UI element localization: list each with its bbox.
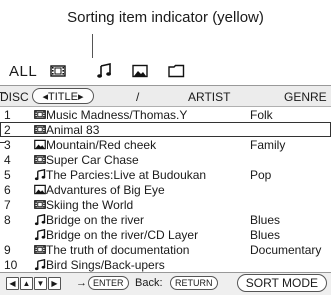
item-title: Mountain/Red cheek bbox=[46, 138, 157, 152]
disc-marker-line bbox=[0, 92, 6, 93]
list-item[interactable]: 3 Mountain/Red cheek Family bbox=[0, 137, 331, 152]
music-note-icon bbox=[97, 63, 111, 78]
selection-marker-line bbox=[0, 142, 6, 143]
item-title: Advantures of Big Eye bbox=[46, 183, 165, 197]
nav-buttons: ◀ ▲ ▼ ▶ bbox=[6, 277, 61, 290]
item-title: Music Madness/Thomas.Y bbox=[46, 108, 188, 122]
list-item[interactable]: 1 Music Madness/Thomas.Y Folk bbox=[0, 107, 331, 122]
film-icon bbox=[50, 65, 66, 77]
right-arrow-icon[interactable]: ▶ bbox=[48, 277, 61, 290]
up-arrow-icon[interactable]: ▲ bbox=[20, 277, 33, 290]
item-number: 5 bbox=[4, 168, 11, 182]
item-genre: Blues bbox=[250, 228, 281, 242]
list-item[interactable]: 5 The Parcies:Live at Budoukan Pop bbox=[0, 167, 331, 182]
item-number: 7 bbox=[4, 198, 11, 212]
music-note-icon bbox=[34, 258, 46, 271]
film-icon bbox=[34, 199, 46, 210]
item-title: Bird Sings/Back-upers bbox=[46, 258, 165, 272]
callout: Sorting item indicator (yellow) bbox=[0, 0, 331, 62]
list-item[interactable]: 2 Animal 83 bbox=[0, 122, 331, 137]
film-icon bbox=[34, 124, 46, 135]
item-title: Bridge on the river bbox=[46, 213, 145, 227]
photo-icon bbox=[34, 139, 46, 150]
list-item[interactable]: 10 Bird Sings/Back-upers bbox=[0, 257, 331, 272]
film-icon bbox=[34, 244, 46, 255]
left-arrow-icon[interactable]: ◀ bbox=[6, 277, 19, 290]
photo-icon bbox=[34, 184, 46, 195]
item-number: 4 bbox=[4, 153, 11, 167]
tab-folder[interactable] bbox=[168, 61, 185, 81]
item-title: Bridge on the river/CD Layer bbox=[46, 228, 199, 242]
music-note-icon bbox=[34, 228, 46, 241]
return-button[interactable]: RETURN bbox=[170, 276, 218, 290]
arrow-label: → bbox=[76, 277, 87, 289]
tab-all-label: ALL bbox=[9, 62, 38, 80]
list-item[interactable]: 9 The truth of documentation Documentary bbox=[0, 242, 331, 257]
item-title: The Parcies:Live at Budoukan bbox=[46, 168, 207, 182]
music-note-icon bbox=[34, 213, 46, 226]
item-number: 2 bbox=[4, 123, 11, 137]
list-item[interactable]: 7 Skiing the World bbox=[0, 197, 331, 212]
down-arrow-icon[interactable]: ▼ bbox=[34, 277, 47, 290]
footer-bar: ◀ ▲ ▼ ▶ → ENTER Back: RETURN SORT MODE bbox=[0, 272, 331, 295]
item-number: 9 bbox=[4, 243, 11, 257]
item-genre: Pop bbox=[250, 168, 272, 182]
list-item[interactable]: 6 Advantures of Big Eye bbox=[0, 182, 331, 197]
header-title-sort[interactable]: ◂TITLE▸ bbox=[32, 88, 94, 104]
folder-icon bbox=[168, 64, 185, 78]
item-genre: Family bbox=[250, 138, 286, 152]
item-number: 6 bbox=[4, 183, 11, 197]
tab-all[interactable]: ALL bbox=[9, 61, 37, 81]
media-tabs: ALL bbox=[0, 58, 331, 86]
item-number: 1 bbox=[4, 108, 11, 122]
back-label: Back: bbox=[135, 277, 163, 289]
disc-menu: ALL DISC ◂TITLE▸ / ARTIST GENRE 1 Music … bbox=[0, 58, 331, 295]
callout-text: Sorting item indicator (yellow) bbox=[67, 9, 264, 26]
item-number: 8 bbox=[4, 213, 11, 227]
track-list: 1 Music Madness/Thomas.Y Folk 2 Animal 83 3 Mo… bbox=[0, 107, 331, 272]
tab-music[interactable] bbox=[96, 61, 112, 81]
header-genre[interactable]: GENRE bbox=[284, 90, 327, 104]
list-item[interactable]: Bridge on the river/CD Layer Blues bbox=[0, 227, 331, 242]
item-title: Skiing the World bbox=[46, 198, 134, 212]
header-artist[interactable]: ARTIST bbox=[188, 90, 230, 104]
column-header: DISC ◂TITLE▸ / ARTIST GENRE bbox=[0, 86, 331, 107]
sort-mode-button[interactable]: SORT MODE bbox=[236, 274, 327, 292]
item-title: Super Car Chase bbox=[46, 153, 139, 167]
item-number: 3 bbox=[4, 138, 11, 152]
list-item[interactable]: 4 Super Car Chase bbox=[0, 152, 331, 167]
list-item[interactable]: 8 Bridge on the river Blues bbox=[0, 212, 331, 227]
film-icon bbox=[34, 109, 46, 120]
item-genre: Folk bbox=[250, 108, 273, 122]
film-icon bbox=[34, 154, 46, 165]
enter-button[interactable]: ENTER bbox=[88, 276, 129, 290]
photo-icon bbox=[132, 64, 148, 78]
header-slash: / bbox=[136, 90, 140, 104]
tab-photo[interactable] bbox=[132, 61, 148, 81]
item-title: Animal 83 bbox=[46, 123, 100, 137]
music-note-icon bbox=[34, 168, 46, 181]
tab-video[interactable] bbox=[50, 61, 66, 81]
item-genre: Blues bbox=[250, 213, 281, 227]
item-number: 10 bbox=[4, 258, 18, 272]
item-title: The truth of documentation bbox=[46, 243, 190, 257]
item-genre: Documentary bbox=[250, 243, 322, 257]
